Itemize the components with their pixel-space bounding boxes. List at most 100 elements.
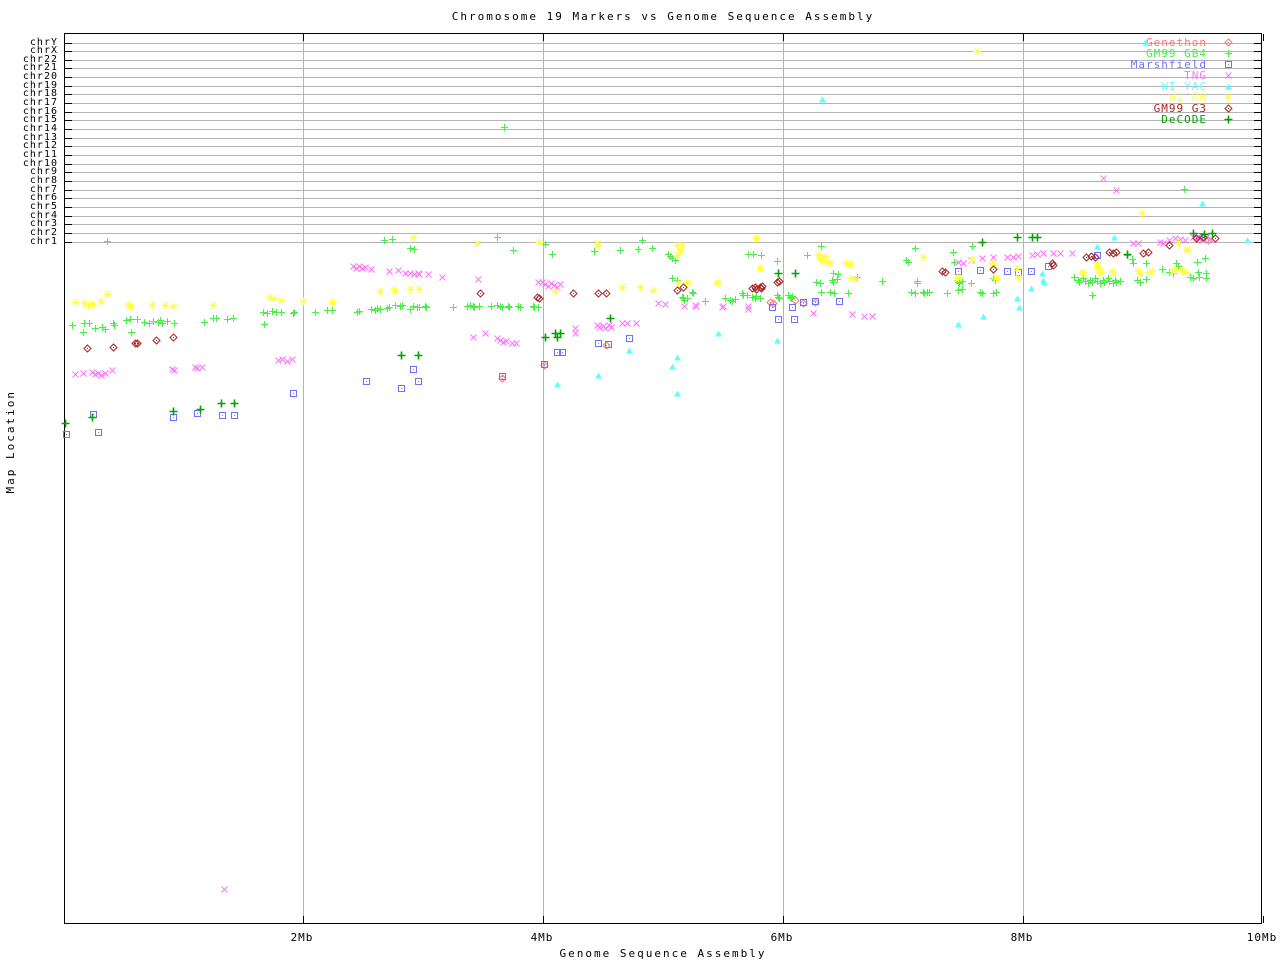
- y-axis-tick: [1254, 129, 1261, 131]
- diamond-dot-icon: [1224, 38, 1233, 47]
- y-axis-tick: [1254, 198, 1261, 200]
- y-axis-tick: [1254, 111, 1261, 113]
- y-axis-tick: [65, 103, 72, 105]
- x-axis-tick: [543, 34, 544, 41]
- y-axis-tick: [1254, 59, 1261, 61]
- y-axis-tick: [1254, 51, 1261, 53]
- legend-label: DeCODE: [1161, 113, 1207, 126]
- y-axis-tick: [1254, 155, 1261, 157]
- legend-item-genethon: Genethon: [1040, 36, 1207, 49]
- cross-icon: [1225, 72, 1232, 79]
- y-axis-tick: [65, 137, 72, 139]
- y-axis-tick: [65, 68, 72, 70]
- y-axis-tick: [65, 172, 72, 174]
- x-axis-tick: [783, 916, 784, 923]
- gridline-chr8: [65, 181, 1261, 182]
- legend-item-marshfield: Marshfield: [1040, 58, 1207, 71]
- y-axis-tick: [1254, 181, 1261, 182]
- y-axis-tick: [1254, 215, 1261, 217]
- legend-symbol: [1224, 82, 1233, 91]
- x-axis-label: Genome Sequence Assembly: [559, 947, 767, 960]
- y-axis-tick: [65, 120, 72, 122]
- diamond-dot-icon: [1224, 104, 1233, 113]
- y-axis-tick: [1254, 206, 1261, 208]
- legend-symbol: [1224, 38, 1233, 47]
- gridline-chr3: [65, 224, 1261, 226]
- star-icon: [1224, 93, 1233, 102]
- gridline-chr11: [65, 155, 1261, 157]
- gridline-chr12: [65, 146, 1261, 148]
- y-axis-tick: [65, 163, 72, 165]
- gridline-chr2: [65, 232, 1261, 234]
- plus-bold-icon: [1224, 115, 1233, 124]
- x-tick-label-8Mb: 8Mb: [1010, 931, 1034, 944]
- y-axis-tick: [1254, 163, 1261, 165]
- gridline-6Mb: [783, 34, 784, 923]
- chromosome-scatter-chart: Chromosome 19 Markers vs Genome Sequence…: [0, 0, 1280, 960]
- x-axis-tick: [543, 916, 544, 923]
- gridline-chr13: [65, 137, 1261, 139]
- gridline-chr9: [65, 172, 1261, 174]
- y-axis-tick: [65, 129, 72, 131]
- y-axis-tick: [1254, 120, 1261, 122]
- x-tick-label-6Mb: 6Mb: [770, 931, 794, 944]
- x-axis-tick: [783, 34, 784, 41]
- x-tick-label-2Mb: 2Mb: [290, 931, 314, 944]
- y-axis-tick: [65, 155, 72, 157]
- plot-area: [64, 33, 1264, 924]
- gridline-chr10: [65, 163, 1261, 165]
- legend-item-tng: TNG: [1040, 69, 1207, 82]
- x-axis-tick: [1263, 34, 1264, 41]
- y-axis-tick: [1254, 189, 1261, 191]
- gridline-chr5: [65, 206, 1261, 208]
- y-axis-tick: [1254, 146, 1261, 148]
- legend-symbol: [1224, 49, 1233, 58]
- x-axis-tick: [303, 34, 304, 41]
- legend-symbol: [1224, 60, 1233, 69]
- y-axis-tick: [1254, 137, 1261, 139]
- y-axis-tick: [65, 241, 72, 243]
- y-axis-tick: [65, 111, 72, 113]
- y-axis-label: Map Location: [4, 390, 17, 494]
- x-tick-label-10Mb: 10Mb: [1246, 931, 1278, 944]
- legend-item-gm99-g3: GM99 G3: [1040, 102, 1207, 115]
- y-axis-tick: [1254, 42, 1261, 44]
- y-axis-tick: [1254, 77, 1261, 79]
- x-axis-tick: [1023, 916, 1024, 923]
- legend-symbol: [1224, 71, 1233, 80]
- gridline-2Mb: [303, 34, 304, 923]
- y-axis-tick: [65, 206, 72, 208]
- gridline-8Mb: [1023, 34, 1024, 923]
- y-axis-tick: [65, 224, 72, 226]
- gridline-4Mb: [543, 34, 544, 923]
- x-axis-tick: [1263, 916, 1264, 923]
- y-axis-tick: [1254, 224, 1261, 226]
- y-axis-tick: [65, 232, 72, 234]
- y-axis-tick: [1254, 172, 1261, 174]
- legend-symbol: [1224, 93, 1233, 102]
- y-axis-tick: [1254, 103, 1261, 105]
- triangle-icon: [1225, 83, 1232, 90]
- y-tick-label-chr1: chr1: [29, 235, 58, 247]
- gridline-chr1: [65, 241, 1261, 243]
- x-axis-tick: [303, 916, 304, 923]
- y-axis-tick: [65, 181, 72, 182]
- y-axis-tick: [1254, 94, 1261, 96]
- legend-item-gm99-gb4: GM99 GB4: [1040, 47, 1207, 60]
- y-axis-tick: [65, 94, 72, 96]
- y-axis-tick: [1254, 68, 1261, 70]
- y-axis-tick: [65, 59, 72, 61]
- legend-item-decode: DeCODE: [1040, 113, 1207, 126]
- y-axis-tick: [65, 42, 72, 44]
- legend-symbol: [1224, 104, 1233, 113]
- legend-item-wi-rh: WI RH: [1040, 91, 1207, 104]
- gridline-chr4: [65, 215, 1261, 217]
- y-axis-tick: [1254, 241, 1261, 243]
- legend-symbol: [1224, 115, 1233, 124]
- y-axis-tick: [65, 85, 72, 87]
- y-axis-tick: [65, 146, 72, 148]
- y-axis-tick: [65, 198, 72, 200]
- x-tick-label-4Mb: 4Mb: [530, 931, 554, 944]
- plus-icon: [1225, 50, 1232, 57]
- chart-title: Chromosome 19 Markers vs Genome Sequence…: [451, 10, 875, 23]
